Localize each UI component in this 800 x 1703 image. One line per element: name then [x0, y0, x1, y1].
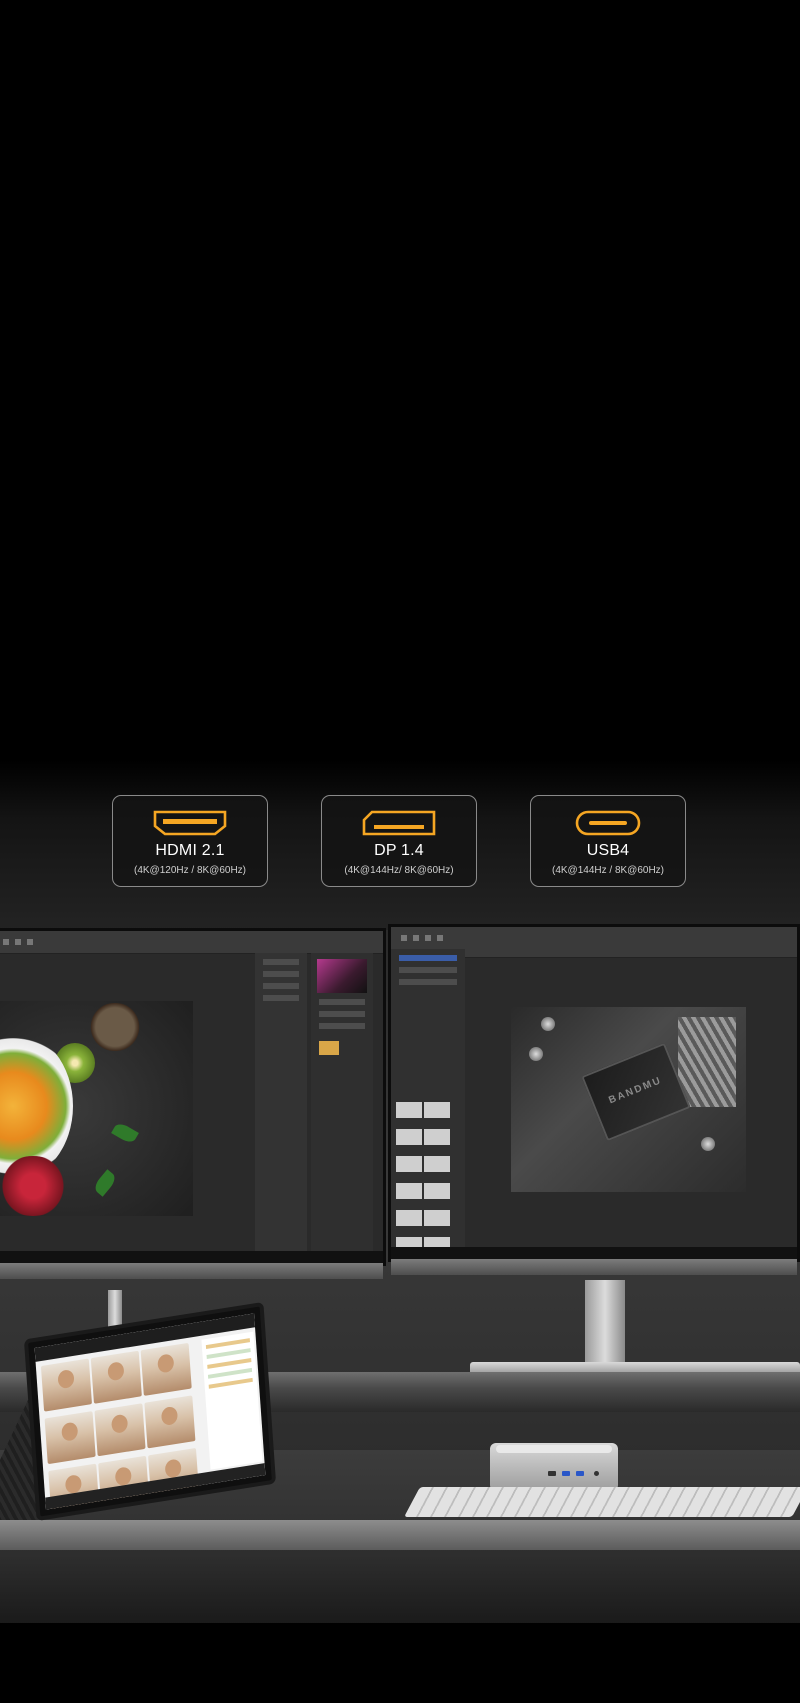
video-call-window: [34, 1313, 266, 1510]
port-card-hdmi: HDMI 2.1 (4K@120Hz / 8K@60Hz): [112, 795, 268, 887]
keyboard: [404, 1487, 800, 1517]
taskbar: [391, 1247, 797, 1259]
monitor-bezel: [391, 1259, 797, 1275]
product-scene: HDMI 2.1 (4K@120Hz / 8K@60Hz) DP 1.4 (4K…: [0, 0, 800, 1703]
port-card-displayport: DP 1.4 (4K@144Hz/ 8K@60Hz): [321, 795, 477, 887]
port-name: DP 1.4: [374, 842, 424, 859]
port-card-usb4: USB4 (4K@144Hz / 8K@60Hz): [530, 795, 686, 887]
floor: [0, 1623, 800, 1703]
food-photo: [0, 1001, 193, 1216]
portable-monitor: [23, 1301, 277, 1522]
chip-label: BANDMU: [607, 1074, 664, 1107]
right-monitor-stand: [585, 1280, 625, 1370]
photo-editor-window: [0, 931, 383, 1263]
layers-panel: [255, 953, 307, 1251]
chip: BANDMU: [581, 1042, 691, 1142]
file-browser-panel: [391, 949, 465, 1253]
usb-c-port-icon: [531, 808, 685, 838]
hdmi-port-icon: [113, 808, 267, 838]
monitor-bezel: [0, 1263, 383, 1279]
chip-photo: BANDMU: [511, 1007, 746, 1192]
right-monitor: BANDMU: [388, 924, 800, 1275]
port-spec: (4K@144Hz / 8K@60Hz): [551, 865, 664, 876]
image-viewer-window: BANDMU: [391, 927, 797, 1259]
port-name: HDMI 2.1: [155, 842, 225, 859]
port-spec: (4K@144Hz/ 8K@60Hz): [344, 865, 454, 876]
desk-edge: [0, 1520, 800, 1550]
displayport-icon: [322, 808, 476, 838]
mini-pc: [490, 1443, 618, 1491]
thumbnail-grid: [395, 1099, 459, 1259]
port-name: USB4: [586, 842, 630, 859]
color-panel: [311, 953, 373, 1251]
editor-toolbar: [0, 931, 383, 954]
port-spec: (4K@120Hz / 8K@60Hz): [133, 865, 246, 876]
taskbar: [0, 1251, 383, 1263]
chat-panel: [201, 1331, 263, 1470]
left-monitor: [0, 928, 386, 1279]
